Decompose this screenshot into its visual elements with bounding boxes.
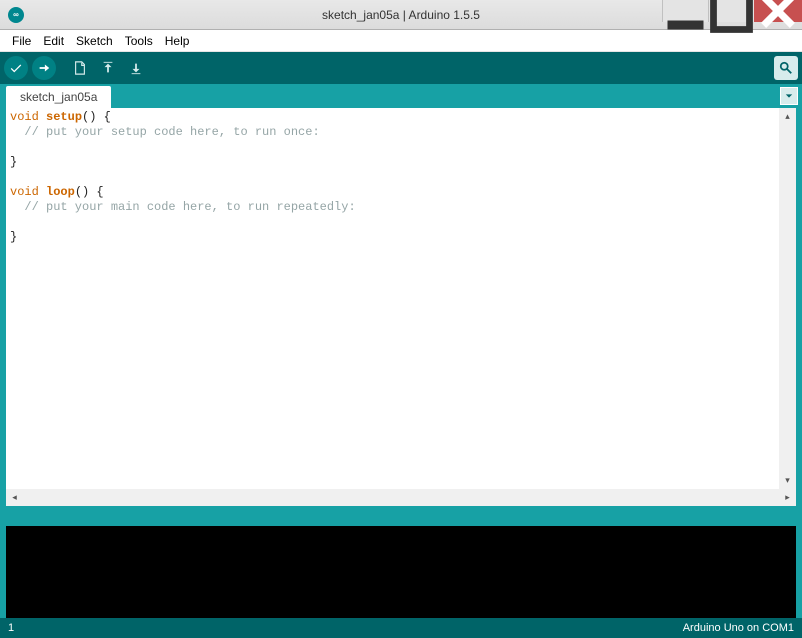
- scroll-down-icon[interactable]: ▾: [779, 472, 796, 489]
- code-editor[interactable]: void setup() { // put your setup code he…: [6, 108, 796, 247]
- save-button[interactable]: [124, 56, 148, 80]
- menu-tools[interactable]: Tools: [119, 32, 159, 50]
- code-text: () {: [82, 110, 111, 124]
- scroll-up-icon[interactable]: ▴: [779, 108, 796, 125]
- check-icon: [9, 61, 23, 75]
- code-text: () {: [75, 185, 104, 199]
- new-button[interactable]: [68, 56, 92, 80]
- file-icon: [73, 61, 87, 75]
- code-comment: // put your setup code here, to run once…: [10, 125, 320, 139]
- arrow-right-icon: [37, 61, 51, 75]
- minimize-button[interactable]: [662, 0, 708, 22]
- horizontal-scrollbar[interactable]: ◂ ▸: [6, 489, 796, 506]
- code-text: }: [10, 155, 17, 169]
- code-keyword: void: [10, 185, 39, 199]
- maximize-button[interactable]: [708, 0, 754, 22]
- editor-area: void setup() { // put your setup code he…: [0, 108, 802, 506]
- tab-menu-button[interactable]: [780, 87, 798, 105]
- menu-help[interactable]: Help: [159, 32, 196, 50]
- footer-bar: 1 Arduino Uno on COM1: [0, 618, 802, 638]
- board-port-info: Arduino Uno on COM1: [683, 622, 794, 634]
- tab-bar: sketch_jan05a: [0, 84, 802, 108]
- serial-monitor-button[interactable]: [774, 56, 798, 80]
- arrow-up-icon: [101, 61, 115, 75]
- status-strip: [0, 506, 802, 526]
- tab-sketch[interactable]: sketch_jan05a: [6, 86, 111, 108]
- menu-edit[interactable]: Edit: [37, 32, 70, 50]
- arduino-app-icon: ∞: [8, 7, 24, 23]
- scroll-right-icon[interactable]: ▸: [779, 489, 796, 506]
- title-bar: ∞ sketch_jan05a | Arduino 1.5.5: [0, 0, 802, 30]
- code-comment: // put your main code here, to run repea…: [10, 200, 356, 214]
- window-controls: [662, 0, 802, 22]
- console-output[interactable]: [0, 526, 802, 618]
- upload-button[interactable]: [32, 56, 56, 80]
- menu-file[interactable]: File: [6, 32, 37, 50]
- scroll-left-icon[interactable]: ◂: [6, 489, 23, 506]
- line-number: 1: [8, 622, 14, 634]
- menu-sketch[interactable]: Sketch: [70, 32, 119, 50]
- toolbar: [0, 52, 802, 84]
- chevron-down-icon: [785, 92, 793, 100]
- close-button[interactable]: [754, 0, 802, 22]
- magnifier-icon: [779, 61, 793, 75]
- code-function: setup: [46, 110, 82, 124]
- code-function: loop: [46, 185, 75, 199]
- arrow-down-icon: [129, 61, 143, 75]
- code-keyword: void: [10, 110, 39, 124]
- code-text: }: [10, 230, 17, 244]
- vertical-scrollbar[interactable]: ▴ ▾: [779, 108, 796, 489]
- verify-button[interactable]: [4, 56, 28, 80]
- open-button[interactable]: [96, 56, 120, 80]
